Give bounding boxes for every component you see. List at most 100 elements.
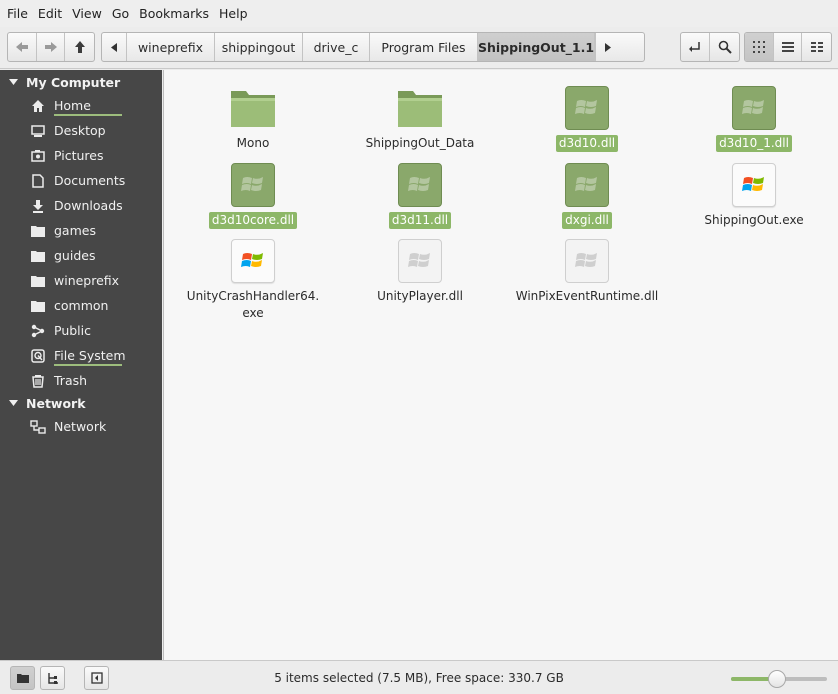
sidebar-item-text: common xyxy=(54,298,109,313)
folder-icon xyxy=(30,273,46,289)
compact-view-icon xyxy=(810,42,823,52)
file-item[interactable]: ShippingOut_Data xyxy=(345,84,495,152)
sidebar-item-text: Documents xyxy=(54,173,126,188)
arrow-up-icon xyxy=(74,41,85,53)
sidebar: My Computer Home Desktop Pictures Documents D… xyxy=(0,70,162,660)
file-item[interactable]: d3d10.dll xyxy=(512,84,662,152)
menu-go[interactable]: Go xyxy=(107,6,134,21)
file-item[interactable]: d3d11.dll xyxy=(345,161,495,229)
sidebar-item-desktop[interactable]: Desktop xyxy=(0,118,162,143)
file-item[interactable]: Mono xyxy=(178,84,328,152)
file-name: Mono xyxy=(236,136,270,150)
menu-bookmarks[interactable]: Bookmarks xyxy=(134,6,214,21)
breadcrumb-item[interactable]: shippingout xyxy=(215,33,303,61)
menu-file[interactable]: File xyxy=(2,6,33,21)
network-icon xyxy=(30,419,46,435)
breadcrumb-item[interactable]: Program Files xyxy=(370,33,478,61)
sidebar-item-text: wineprefix xyxy=(54,273,120,288)
compact-view-button[interactable] xyxy=(802,33,831,61)
menu-help[interactable]: Help xyxy=(214,6,253,21)
sidebar-item-label: File System xyxy=(54,348,126,366)
file-item[interactable]: ShippingOut.exe xyxy=(679,161,829,229)
breadcrumb-item[interactable]: drive_c xyxy=(303,33,370,61)
status-bar: 5 items selected (7.5 MB), Free space: 3… xyxy=(0,660,838,694)
file-name: d3d10core.dll xyxy=(208,212,298,229)
search-button[interactable] xyxy=(710,33,739,61)
dll-file-icon xyxy=(563,237,611,285)
trash-icon xyxy=(30,373,46,389)
back-button[interactable] xyxy=(8,33,37,61)
sidebar-item-label: Downloads xyxy=(54,198,123,213)
sidebar-item-text: Desktop xyxy=(54,123,106,138)
file-item[interactable]: UnityCrashHandler64. exe xyxy=(178,237,328,322)
file-item[interactable]: d3d10_1.dll xyxy=(679,84,829,152)
sidebar-item-label: Trash xyxy=(54,373,87,388)
sidebar-item-text: games xyxy=(54,223,96,238)
file-view[interactable]: Mono ShippingOut_Data d3d10.dll d3d10_1.dll… xyxy=(163,70,838,660)
dll-file-icon xyxy=(396,161,444,209)
sidebar-section-header[interactable]: Network xyxy=(0,393,86,413)
breadcrumb-item[interactable]: ShippingOut_1.1 xyxy=(478,33,595,61)
zoom-slider-handle[interactable] xyxy=(768,670,786,688)
sidebar-item-label: Home xyxy=(54,98,122,116)
sidebar-item-public[interactable]: Public xyxy=(0,318,162,343)
folder-icon xyxy=(30,223,46,239)
chevron-right-icon xyxy=(605,42,611,52)
dll-file-icon xyxy=(730,84,778,132)
toolbar: wineprefix shippingout drive_c Program File… xyxy=(0,27,838,69)
arrow-left-icon xyxy=(15,42,28,52)
sidebar-item-home[interactable]: Home xyxy=(0,93,162,118)
sidebar-section-header[interactable]: My Computer xyxy=(0,72,120,92)
file-item[interactable]: UnityPlayer.dll xyxy=(345,237,495,305)
share-icon xyxy=(30,323,46,339)
sidebar-item-pictures[interactable]: Pictures xyxy=(0,143,162,168)
file-item[interactable]: d3d10core.dll xyxy=(178,161,328,229)
sidebar-item-guides[interactable]: guides xyxy=(0,243,162,268)
pictures-icon xyxy=(30,148,46,164)
list-view-button[interactable] xyxy=(774,33,803,61)
sidebar-item-wineprefix[interactable]: wineprefix xyxy=(0,268,162,293)
breadcrumb-scroll-right-button[interactable] xyxy=(595,33,620,61)
folder-icon xyxy=(30,248,46,264)
file-name: d3d11.dll xyxy=(388,212,452,229)
sidebar-item-text: Pictures xyxy=(54,148,104,163)
sidebar-item-trash[interactable]: Trash xyxy=(0,368,162,393)
breadcrumb-item[interactable]: wineprefix xyxy=(127,33,215,61)
file-item[interactable]: dxgi.dll xyxy=(512,161,662,229)
folder-icon xyxy=(30,298,46,314)
usage-bar xyxy=(54,364,122,366)
sidebar-item-label: guides xyxy=(54,248,95,263)
folder-icon xyxy=(396,84,444,132)
sidebar-item-label: Desktop xyxy=(54,123,106,138)
file-name: ShippingOut_Data xyxy=(365,136,475,150)
sidebar-item-label: wineprefix xyxy=(54,273,119,288)
menu-edit[interactable]: Edit xyxy=(33,6,67,21)
up-button[interactable] xyxy=(65,33,94,61)
dll-file-icon xyxy=(563,84,611,132)
sidebar-item-common[interactable]: common xyxy=(0,293,162,318)
menu-view[interactable]: View xyxy=(67,6,107,21)
sidebar-item-games[interactable]: games xyxy=(0,218,162,243)
sidebar-item-network[interactable]: Network xyxy=(0,414,162,439)
expander-arrow-icon[interactable] xyxy=(0,400,26,406)
harddisk-icon xyxy=(30,348,46,364)
sidebar-item-text: File System xyxy=(54,348,126,363)
expander-arrow-icon[interactable] xyxy=(0,79,26,85)
breadcrumb-scroll-left-button[interactable] xyxy=(102,33,127,61)
chevron-left-icon xyxy=(111,42,117,52)
dll-file-icon xyxy=(396,237,444,285)
sidebar-item-label: Network xyxy=(54,419,106,434)
desktop-icon xyxy=(30,123,46,139)
sidebar-item-label: Public xyxy=(54,323,91,338)
sidebar-item-file-system[interactable]: File System xyxy=(0,343,162,368)
file-item[interactable]: WinPixEventRuntime.dll xyxy=(512,237,662,305)
location-tools xyxy=(680,32,740,62)
sidebar-item-downloads[interactable]: Downloads xyxy=(0,193,162,218)
breadcrumb: wineprefix shippingout drive_c Program File… xyxy=(101,32,645,62)
icon-view-button[interactable] xyxy=(745,33,774,61)
sidebar-item-documents[interactable]: Documents xyxy=(0,168,162,193)
sidebar-item-text: Home xyxy=(54,98,91,113)
forward-button[interactable] xyxy=(37,33,66,61)
toggle-location-button[interactable] xyxy=(681,33,710,61)
file-name: d3d10_1.dll xyxy=(716,135,792,152)
